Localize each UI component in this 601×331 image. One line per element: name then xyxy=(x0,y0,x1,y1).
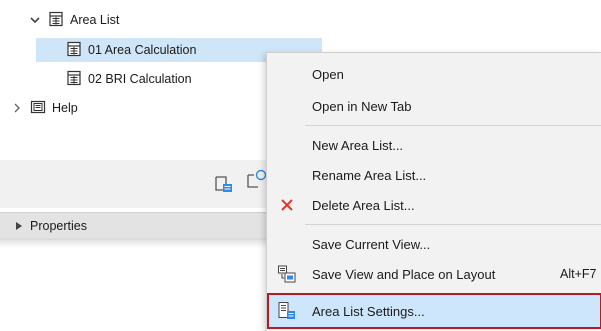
table-icon xyxy=(48,11,64,30)
delete-x-icon xyxy=(277,195,297,215)
tree-item-label: 01 Area Calculation xyxy=(88,43,197,57)
menu-item-label: Delete Area List... xyxy=(312,197,415,213)
table-icon xyxy=(66,41,82,60)
menu-item-shortcut: Alt+F7 xyxy=(560,267,597,281)
menu-separator xyxy=(305,224,601,225)
menu-item-save-current-view[interactable]: Save Current View... xyxy=(267,229,601,259)
menu-item-label: Area List Settings... xyxy=(312,303,425,319)
expand-triangle-icon xyxy=(16,222,22,230)
menu-item-label: Open in New Tab xyxy=(312,98,412,114)
tree-item-02-bri-calculation[interactable]: 02 BRI Calculation xyxy=(66,67,192,91)
menu-item-label: Open xyxy=(312,66,344,82)
table-icon xyxy=(66,70,82,89)
menu-item-label: Rename Area List... xyxy=(312,167,427,183)
tree-item-01-area-calculation[interactable]: 01 Area Calculation xyxy=(66,38,196,62)
tree-item-area-list[interactable]: Area List xyxy=(28,8,119,32)
new-list-button[interactable] xyxy=(214,174,234,194)
tree-item-label: Help xyxy=(52,101,78,115)
chevron-right-icon[interactable] xyxy=(10,101,24,115)
menu-item-save-view-place-layout[interactable]: Save View and Place on Layout Alt+F7 xyxy=(267,259,601,289)
chevron-down-icon[interactable] xyxy=(28,13,42,27)
menu-separator xyxy=(305,125,601,126)
view-settings-icon xyxy=(247,169,267,188)
menu-item-label: Save Current View... xyxy=(312,236,431,252)
list-settings-icon xyxy=(277,301,297,321)
menu-item-delete-area-list[interactable]: Delete Area List... xyxy=(267,190,601,220)
menu-item-label: Save View and Place on Layout xyxy=(312,266,496,282)
properties-label: Properties xyxy=(30,219,87,233)
menu-item-new-area-list[interactable]: New Area List... xyxy=(267,130,601,160)
menu-item-label: New Area List... xyxy=(312,137,404,153)
menu-item-open[interactable]: Open xyxy=(267,59,601,89)
context-menu: Open Open in New Tab New Area List... Re… xyxy=(266,52,601,331)
tree-item-label: 02 BRI Calculation xyxy=(88,72,192,86)
view-settings-button[interactable] xyxy=(246,169,267,190)
tree-item-help[interactable]: Help xyxy=(10,96,78,120)
save-place-layout-icon xyxy=(277,264,297,284)
new-list-icon xyxy=(215,176,232,192)
tree-item-label: Area List xyxy=(70,13,120,27)
menu-item-open-in-new-tab[interactable]: Open in New Tab xyxy=(267,91,601,121)
menu-item-area-list-settings[interactable]: Area List Settings... xyxy=(267,293,601,329)
info-list-icon xyxy=(30,99,46,118)
menu-item-rename-area-list[interactable]: Rename Area List... xyxy=(267,160,601,190)
